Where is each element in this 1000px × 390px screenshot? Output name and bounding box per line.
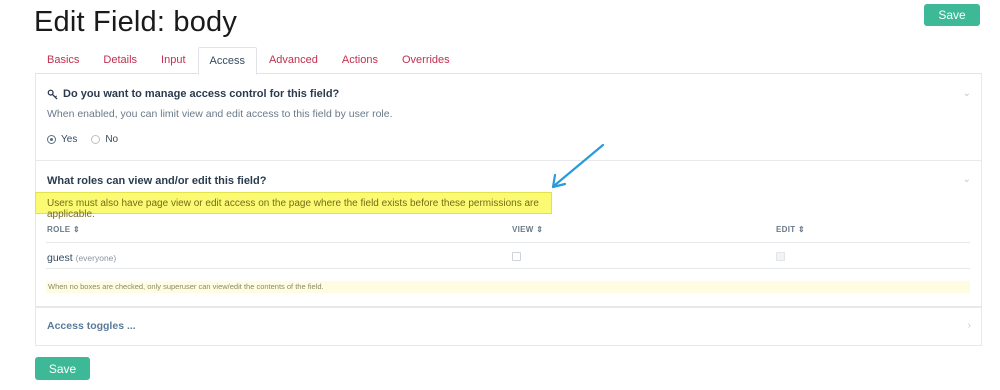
radio-yes[interactable]	[47, 135, 56, 144]
permissions-note: Users must also have page view or edit a…	[47, 198, 539, 220]
radio-no[interactable]	[91, 135, 101, 144]
table-divider	[46, 242, 970, 243]
page-title: Edit Field: body	[34, 6, 238, 38]
access-control-heading[interactable]: Do you want to manage access control for…	[47, 88, 339, 100]
view-checkbox-guest[interactable]	[512, 252, 521, 261]
tab-bar: Basics Details Input Access Advanced Act…	[35, 47, 982, 75]
radio-no-label: No	[105, 134, 119, 145]
permissions-note-highlight: Users must also have page view or edit a…	[35, 192, 552, 220]
column-header-edit[interactable]: EDIT ⇕	[776, 225, 805, 234]
role-name: guest	[47, 252, 73, 264]
tab-overrides[interactable]: Overrides	[390, 47, 462, 73]
column-header-role[interactable]: ROLE ⇕	[47, 225, 80, 234]
sort-icon: ⇕	[797, 225, 805, 234]
access-control-panel: Do you want to manage access control for…	[35, 74, 982, 161]
tab-details[interactable]: Details	[91, 47, 149, 73]
sort-icon: ⇕	[72, 225, 80, 234]
tab-advanced[interactable]: Advanced	[257, 47, 330, 73]
annotation-arrow-icon	[551, 143, 605, 189]
tab-input[interactable]: Input	[149, 47, 197, 73]
radio-yes-label: Yes	[61, 134, 78, 145]
chevron-right-icon[interactable]: ›	[968, 320, 971, 331]
table-row: guest (everyone)	[47, 252, 116, 264]
roles-panel: What roles can view and/or edit this fie…	[35, 160, 982, 308]
roles-question[interactable]: What roles can view and/or edit this fie…	[47, 175, 266, 187]
access-toggles-link[interactable]: Access toggles ...	[47, 320, 136, 332]
edit-checkbox-guest[interactable]	[776, 252, 785, 261]
empty-permissions-note: When no boxes are checked, only superuse…	[46, 281, 970, 293]
key-icon	[47, 89, 58, 100]
table-divider	[46, 268, 970, 269]
access-control-description: When enabled, you can limit view and edi…	[47, 108, 393, 120]
column-header-view[interactable]: VIEW ⇕	[512, 225, 543, 234]
role-qualifier: (everyone)	[75, 253, 117, 263]
tab-basics[interactable]: Basics	[35, 47, 91, 73]
chevron-down-icon[interactable]: ⌄	[963, 174, 971, 185]
chevron-down-icon[interactable]: ⌄	[963, 88, 971, 99]
access-control-question: Do you want to manage access control for…	[63, 88, 340, 100]
save-button-bottom[interactable]: Save	[35, 357, 90, 380]
sort-icon: ⇕	[536, 225, 544, 234]
save-button-top[interactable]: Save	[924, 4, 980, 26]
access-toggles-panel: Access toggles ... ›	[35, 306, 982, 346]
tab-actions[interactable]: Actions	[330, 47, 390, 73]
tab-access[interactable]: Access	[197, 47, 257, 75]
access-control-radio-group: Yes No	[47, 134, 118, 145]
